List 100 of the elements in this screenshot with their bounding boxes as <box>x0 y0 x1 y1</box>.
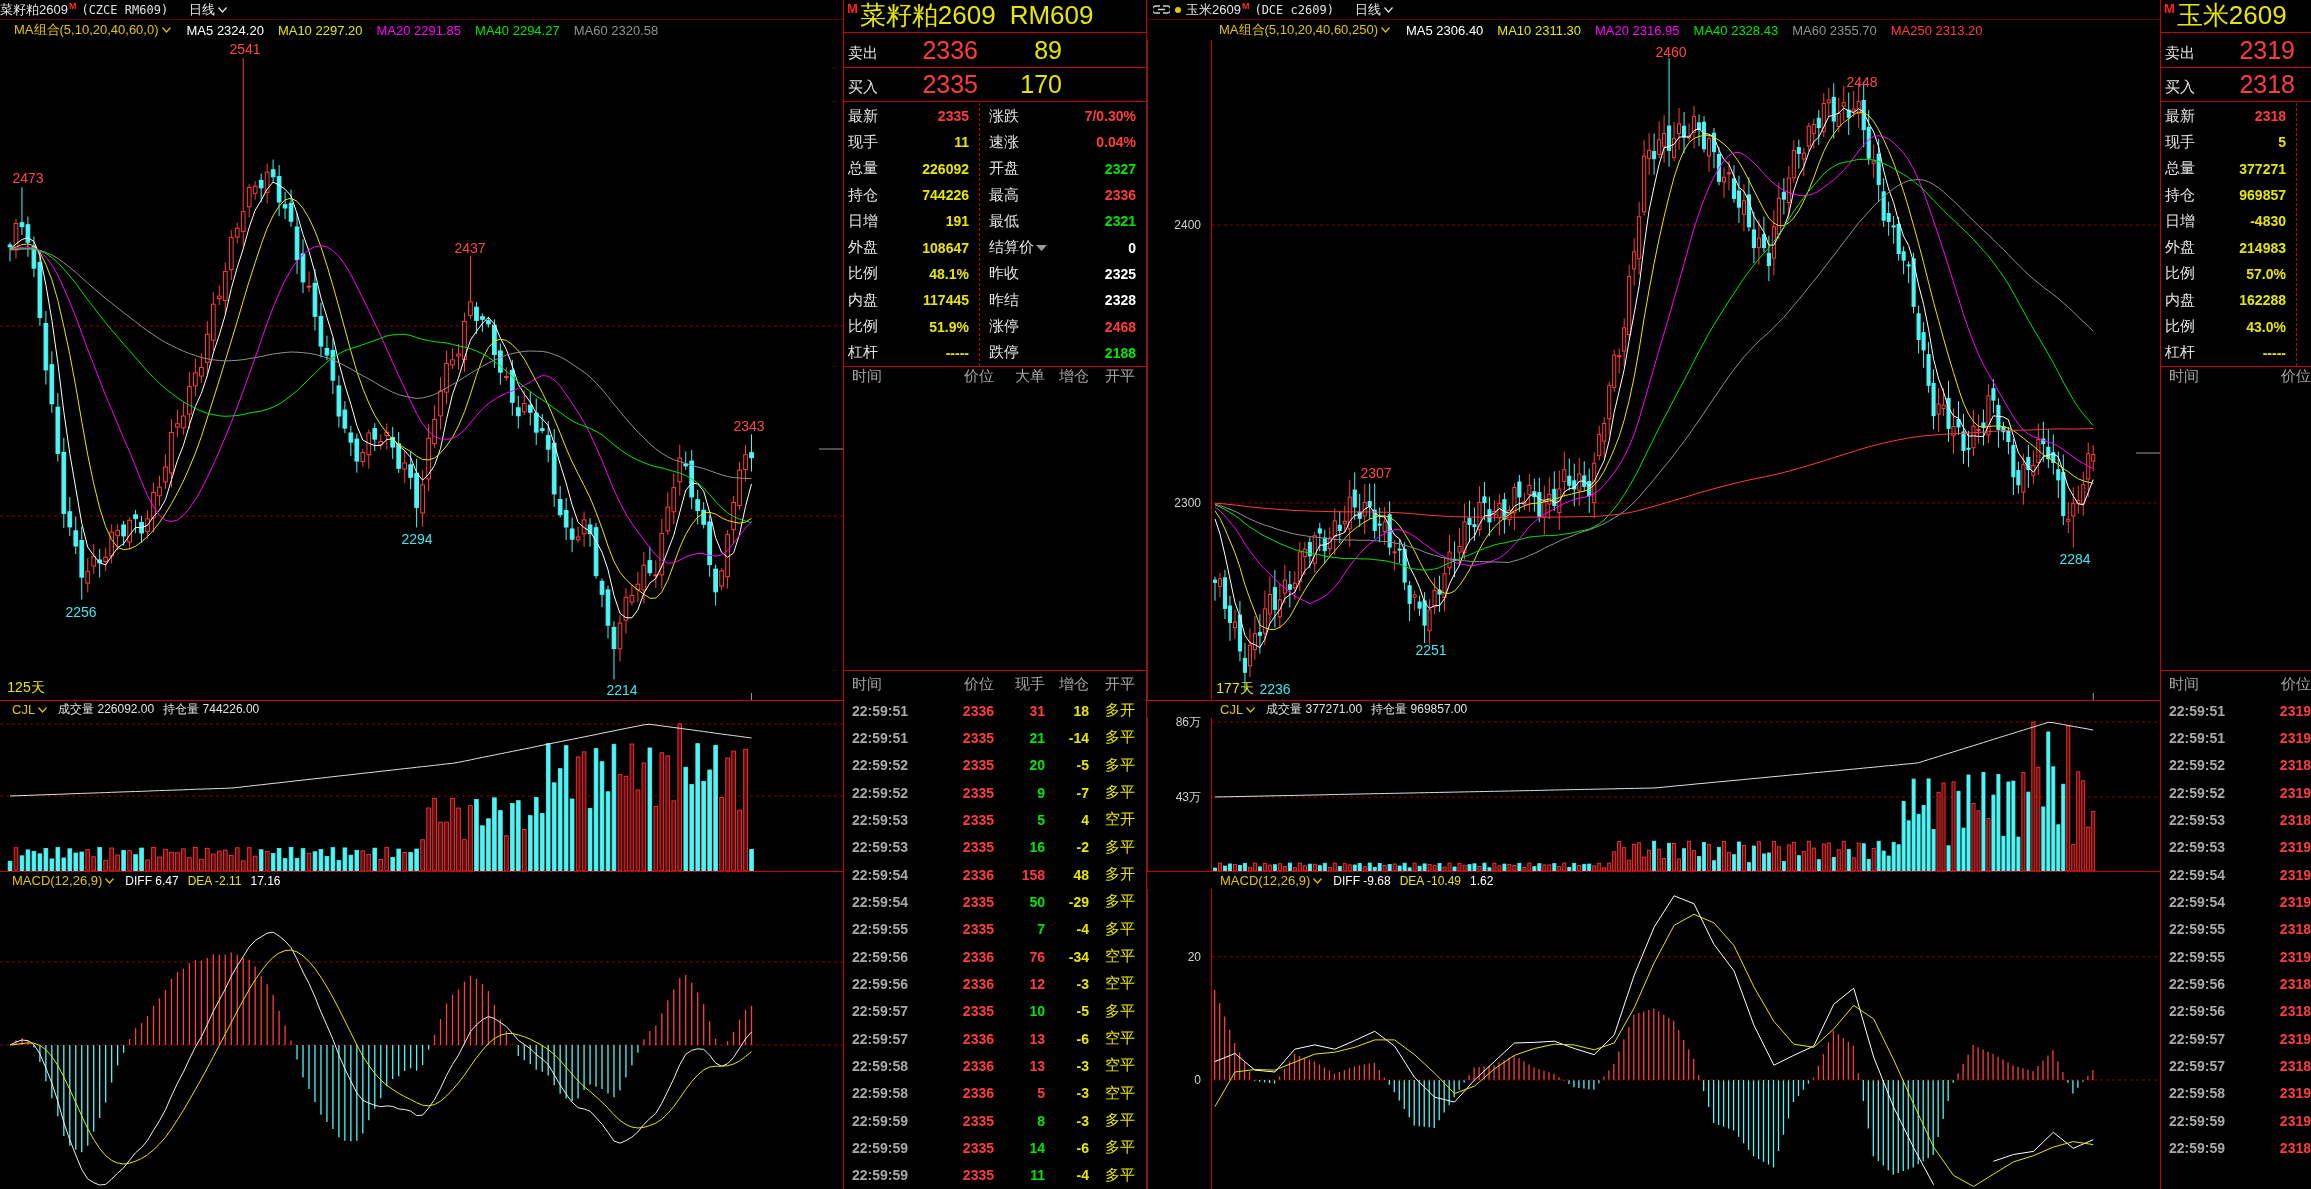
price-cell: 2319 <box>2279 784 2311 801</box>
time-cell: 22:59:58 <box>852 1057 909 1074</box>
stat-label: 持仓 <box>848 185 878 205</box>
axis-label: 2400 <box>1174 218 1201 232</box>
stat-label: 跌停 <box>989 343 1019 363</box>
period-dropdown[interactable]: 日线 <box>187 0 230 19</box>
price-cell: 2318 <box>2279 921 2311 938</box>
open-close-cell: 多平 <box>1105 919 1135 939</box>
moving-average-value: MA40 2294.27 <box>475 22 560 38</box>
price-cell: 2336 <box>962 1030 994 1047</box>
time-cell: 22:59:54 <box>852 893 909 910</box>
indicator-value: DIFF -9.68 <box>1333 873 1391 888</box>
indicator-value: 持仓量 969857.00 <box>1371 701 1468 718</box>
stat-label: 最新 <box>848 106 878 126</box>
time-cell: 22:59:52 <box>852 757 909 774</box>
time-cell: 22:59:57 <box>2169 1030 2226 1047</box>
price-cell: 2319 <box>2279 1030 2311 1047</box>
position-change-cell: -6 <box>1076 1139 1089 1156</box>
position-change-cell: -7 <box>1076 784 1089 801</box>
column-header: 价位 <box>964 367 994 386</box>
column-header: 时间 <box>2169 367 2199 386</box>
time-cell: 22:59:57 <box>852 1003 909 1020</box>
stat-label: 杠杆 <box>848 343 878 363</box>
volume-cell: 5 <box>1037 1085 1045 1102</box>
indicator-dropdown[interactable]: MACD(12,26,9) <box>1218 873 1325 888</box>
time-cell: 22:59:58 <box>2169 1085 2226 1102</box>
price-cell: 2319 <box>2279 948 2311 965</box>
time-cell: 22:59:54 <box>852 866 909 883</box>
price-cell: 2318 <box>2279 1139 2311 1156</box>
chevron-down-icon <box>1381 27 1390 33</box>
position-change-cell: -29 <box>1068 893 1089 910</box>
stat-value: 2328 <box>1104 292 1136 309</box>
time-cell: 22:59:59 <box>2169 1139 2226 1156</box>
position-change-cell: -4 <box>1076 921 1089 938</box>
indicator-dropdown[interactable]: MA组合(5,10,20,40,60,0) <box>12 21 173 39</box>
indicator-dropdown[interactable]: MACD(12,26,9) <box>10 873 117 888</box>
price-cell: 2335 <box>962 893 994 910</box>
price-cell: 2335 <box>962 811 994 828</box>
position-change-cell: -2 <box>1076 839 1089 856</box>
price-cell: 2319 <box>2279 1085 2311 1102</box>
indicator-value: DEA -2.11 <box>187 873 242 888</box>
main-contract-label: M <box>2164 1 2175 16</box>
moving-average-value: MA10 2311.30 <box>1497 22 1581 38</box>
stat-label: 比例 <box>2165 317 2195 336</box>
link-icon[interactable] <box>1153 5 1170 14</box>
stat-value: 2336 <box>1104 187 1136 204</box>
indicator-dropdown[interactable]: MA组合(5,10,20,40,60,250) <box>1217 21 1392 39</box>
price-cell: 2318 <box>2279 1003 2311 1020</box>
price-cell: 2319 <box>2279 702 2311 719</box>
stat-label: 日增 <box>848 211 878 231</box>
time-cell: 22:59:55 <box>2169 948 2226 965</box>
time-cell: 22:59:52 <box>2169 757 2226 774</box>
quote-price: 2319 <box>2239 35 2295 65</box>
quote-volume: 170 <box>1020 70 1062 99</box>
caret-down-icon[interactable] <box>1036 244 1047 251</box>
stat-value: 969857 <box>2239 187 2286 204</box>
chevron-down-icon <box>218 6 228 13</box>
column-header: 时间 <box>852 674 882 694</box>
stat-value: 108647 <box>922 239 969 256</box>
stat-value: 214983 <box>2239 239 2286 256</box>
price-cell: 2335 <box>962 1167 994 1184</box>
open-close-cell: 多平 <box>1105 892 1135 912</box>
stat-label: 持仓 <box>2165 185 2195 205</box>
stat-label: 现手 <box>2165 132 2195 152</box>
time-cell: 22:59:57 <box>852 1030 909 1047</box>
price-cell: 2318 <box>2279 757 2311 774</box>
price-cell: 2318 <box>2279 1057 2311 1074</box>
axis-label: 43万 <box>1175 788 1201 806</box>
price-cell: 2319 <box>2279 893 2311 910</box>
stat-label: 总量 <box>2165 159 2195 179</box>
column-header: 开平 <box>1105 367 1135 386</box>
indicator-value: 17.16 <box>250 873 281 888</box>
price-cell: 2336 <box>962 1085 994 1102</box>
indicator-dropdown[interactable]: CJL <box>10 702 50 717</box>
open-close-cell: 空平 <box>1105 974 1135 994</box>
volume-cell: 158 <box>1021 866 1045 883</box>
period-dropdown[interactable]: 日线 <box>1352 0 1395 19</box>
position-change-cell: -6 <box>1076 1030 1089 1047</box>
position-change-cell: -5 <box>1076 757 1089 774</box>
price-cell: 2336 <box>962 948 994 965</box>
column-header: 现手 <box>1015 674 1045 694</box>
volume-cell: 76 <box>1029 948 1045 965</box>
time-cell: 22:59:57 <box>2169 1057 2226 1074</box>
stat-value: ----- <box>945 344 969 361</box>
stat-label: 结算价 <box>989 238 1034 258</box>
position-change-cell: -3 <box>1076 1112 1089 1129</box>
stat-label: 涨跌 <box>989 106 1019 126</box>
price-cell: 2336 <box>962 975 994 992</box>
chevron-down-icon <box>1383 6 1393 13</box>
stat-value: 2188 <box>1104 344 1136 361</box>
quote-price: 2336 <box>922 35 978 65</box>
stat-value: 43.0% <box>2246 318 2286 335</box>
time-cell: 22:59:59 <box>852 1139 909 1156</box>
contract-code: RM609 <box>1009 0 1094 30</box>
volume-cell: 8 <box>1037 1112 1045 1129</box>
time-cell: 22:59:52 <box>2169 784 2226 801</box>
volume-cell: 13 <box>1029 1057 1045 1074</box>
indicator-dropdown[interactable]: CJL <box>1218 702 1258 717</box>
stat-label: 比例 <box>848 264 878 284</box>
moving-average-value: MA5 2324.20 <box>186 22 264 38</box>
